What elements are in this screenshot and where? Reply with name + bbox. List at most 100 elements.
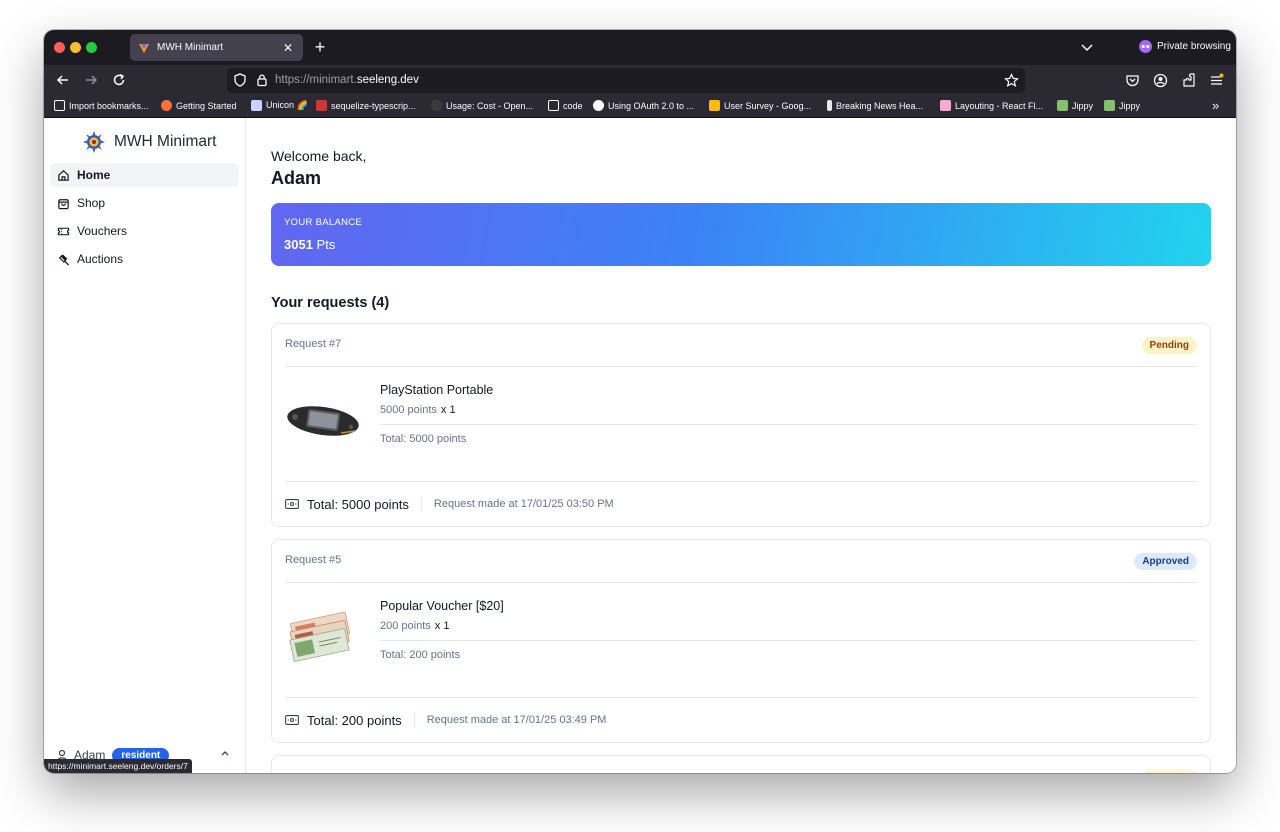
- google-drive-icon: [709, 100, 720, 111]
- tab-title: MWH Minimart: [157, 42, 224, 53]
- sidebar: MWH Minimart Home Shop Vouchers Auctions…: [44, 118, 246, 773]
- request-card[interactable]: Request #5 Approved Popular Voucher [$20…: [271, 539, 1211, 743]
- banknote-icon: [285, 715, 299, 725]
- brand-logo-icon: [83, 131, 105, 153]
- request-timestamp: Request made at 17/01/25 03:49 PM: [426, 714, 607, 726]
- unicorn-icon: [251, 100, 262, 111]
- bookmark-item[interactable]: Breaking News Hea...: [827, 100, 923, 111]
- more-bookmarks-button[interactable]: »: [1212, 98, 1219, 113]
- bookmark-item[interactable]: Using OAuth 2.0 to ...: [593, 100, 694, 111]
- tab-strip: MWH Minimart ✕ + Private browsing: [44, 30, 1236, 65]
- url-bar[interactable]: https://minimart.seeleng.dev: [227, 68, 1025, 93]
- balance-unit: Pts: [316, 237, 336, 252]
- brand[interactable]: MWH Minimart: [82, 130, 216, 154]
- sidebar-item-auctions[interactable]: Auctions: [50, 247, 239, 271]
- bookmark-label: Layouting - React Fl...: [955, 100, 1044, 111]
- divider: [413, 712, 415, 728]
- google-icon: [593, 100, 604, 111]
- shopping-bag-icon: [58, 198, 69, 209]
- bookmark-item[interactable]: Import bookmarks...: [54, 100, 149, 111]
- minimize-window-button[interactable]: [70, 42, 81, 53]
- sidebar-item-label: Vouchers: [77, 224, 128, 238]
- bookmark-item[interactable]: code: [548, 100, 583, 111]
- reload-icon: [113, 73, 125, 86]
- forward-button[interactable]: [83, 72, 99, 88]
- navigation-toolbar: https://minimart.seeleng.dev: [44, 65, 1236, 96]
- chevron-up-icon[interactable]: [220, 748, 230, 758]
- browser-window: MWH Minimart ✕ + Private browsing https:…: [44, 30, 1236, 773]
- tracking-protection-shield-icon[interactable]: [233, 73, 247, 87]
- chevron-down-icon: [1081, 44, 1093, 52]
- reload-button[interactable]: [111, 72, 127, 88]
- folder-icon: [548, 100, 559, 111]
- request-card[interactable]: [271, 755, 1211, 773]
- request-timestamp: Request made at 17/01/25 03:50 PM: [433, 498, 614, 510]
- page-content: MWH Minimart Home Shop Vouchers Auctions…: [44, 118, 1236, 773]
- product-image: [285, 387, 361, 447]
- bookmark-label: sequelize-typescrip...: [331, 100, 416, 111]
- home-icon: [58, 169, 69, 181]
- divider: [420, 496, 422, 512]
- account-icon[interactable]: [1153, 73, 1168, 88]
- bookmark-star-icon[interactable]: [1004, 73, 1019, 88]
- menu-icon[interactable]: [1209, 73, 1224, 88]
- bookmark-item[interactable]: Usage: Cost - Open...: [431, 100, 533, 111]
- page-title: Adam: [271, 168, 322, 188]
- bookmark-label: Unicon 🌈: [266, 100, 308, 110]
- sidebar-item-shop[interactable]: Shop: [50, 191, 239, 215]
- firefox-icon: [161, 100, 172, 111]
- sidebar-item-label: Home: [77, 168, 111, 182]
- arrow-right-icon: [86, 75, 98, 85]
- bookmark-item[interactable]: Unicon 🌈: [251, 100, 308, 111]
- product-quantity: x 1: [434, 620, 450, 632]
- bookmark-item[interactable]: sequelize-typescrip...: [316, 100, 416, 111]
- sidebar-item-label: Shop: [77, 196, 106, 210]
- product-image: [285, 603, 361, 663]
- product-price-value: 200 points: [380, 620, 431, 632]
- tab-close-icon[interactable]: ✕: [281, 41, 295, 55]
- bookmark-label: Usage: Cost - Open...: [446, 100, 534, 111]
- extensions-icon[interactable]: [1181, 73, 1196, 88]
- back-button[interactable]: [55, 72, 71, 88]
- sidebar-item-vouchers[interactable]: Vouchers: [50, 219, 239, 243]
- site-favicon-icon: [138, 42, 150, 54]
- list-all-tabs-button[interactable]: [1080, 40, 1094, 54]
- bookmark-item[interactable]: User Survey - Goog...: [709, 100, 811, 111]
- bookmark-item[interactable]: Getting Started: [161, 100, 237, 111]
- zoom-window-button[interactable]: [86, 42, 97, 53]
- lock-icon[interactable]: [255, 73, 269, 87]
- npm-icon: [316, 100, 327, 111]
- bookmark-item[interactable]: Jippy: [1104, 100, 1140, 111]
- import-icon: [54, 100, 65, 111]
- status-badge: Pending: [1141, 337, 1197, 354]
- bookmark-item[interactable]: Layouting - React Fl...: [940, 100, 1043, 111]
- private-mask-icon: [1139, 40, 1152, 53]
- bookmark-label: Jippy: [1119, 100, 1141, 111]
- private-browsing-label: Private browsing: [1157, 41, 1231, 52]
- request-total: Total: 200 points: [307, 712, 402, 728]
- pocket-icon[interactable]: [1125, 73, 1140, 88]
- url-domain: seeleng.dev: [356, 74, 419, 86]
- gavel-icon: [58, 253, 70, 266]
- balance-card: YOUR BALANCE 3051 Pts: [271, 203, 1211, 266]
- tab-active[interactable]: MWH Minimart ✕: [130, 34, 303, 61]
- close-window-button[interactable]: [54, 42, 65, 53]
- bookmark-label: Jippy: [1072, 100, 1094, 111]
- divider: [285, 481, 1197, 482]
- banknote-icon: [285, 499, 299, 509]
- new-tab-button[interactable]: +: [312, 36, 328, 58]
- divider: [380, 424, 1197, 425]
- sidebar-item-home[interactable]: Home: [50, 163, 239, 187]
- divider: [285, 366, 1197, 367]
- url-prefix: https://minimart.: [275, 74, 357, 86]
- request-card[interactable]: Request #7 Pending PlayStation Portable …: [271, 323, 1211, 527]
- openai-icon: [431, 100, 442, 111]
- product-name: PlayStation Portable: [380, 383, 494, 397]
- request-total: Total: 5000 points: [307, 496, 409, 512]
- item-total: Total: 200 points: [380, 649, 461, 661]
- divider: [285, 582, 1197, 583]
- bookmark-item[interactable]: Jippy: [1057, 100, 1093, 111]
- bookmark-label: code: [563, 100, 583, 111]
- balance-number: 3051: [284, 237, 313, 252]
- url-text[interactable]: https://minimart.seeleng.dev: [275, 74, 419, 86]
